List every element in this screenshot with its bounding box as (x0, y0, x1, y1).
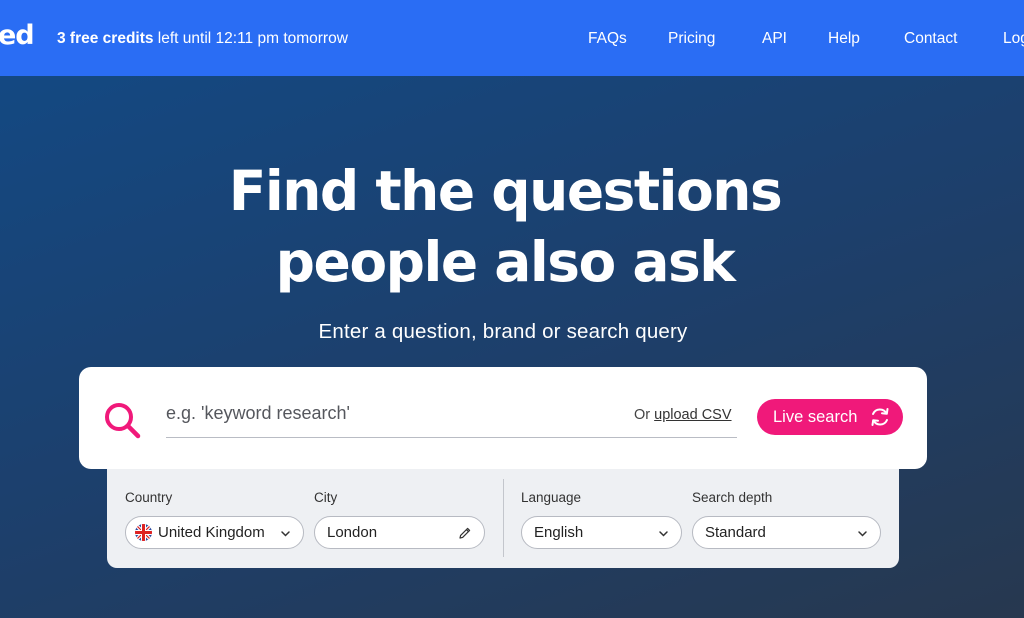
live-search-label: Live search (773, 407, 858, 426)
city-value: London (327, 524, 378, 541)
chevron-down-icon (858, 531, 867, 537)
top-nav-bar: ed 3 free credits left until 12:11 pm to… (0, 0, 1024, 76)
search-depth-value: Standard (705, 524, 766, 541)
hero-title-line-1: Find the questions (228, 159, 783, 223)
upload-csv-link[interactable]: upload CSV (654, 407, 731, 423)
nav-help[interactable]: Help (828, 30, 860, 48)
nav-api[interactable]: API (762, 30, 787, 48)
upload-csv-area: Or upload CSV (634, 407, 732, 423)
upload-or-text: Or (634, 407, 655, 423)
search-options-panel: Country United Kingdom City London Langu… (107, 460, 899, 568)
nav-pricing[interactable]: Pricing (668, 30, 715, 48)
language-select[interactable]: English (521, 516, 682, 549)
hero-subtitle: Enter a question, brand or search query (318, 320, 688, 343)
pencil-icon[interactable] (458, 526, 472, 540)
chevron-down-icon (659, 531, 668, 537)
nav-login[interactable]: Log (1003, 30, 1024, 48)
city-input[interactable]: London (314, 516, 485, 549)
chevron-down-icon (281, 531, 290, 537)
live-search-button[interactable]: Live search (757, 399, 903, 435)
main-nav: FAQs Pricing API Help Contact Log (0, 30, 1024, 50)
nav-faqs[interactable]: FAQs (588, 30, 627, 48)
search-icon (105, 403, 141, 439)
search-depth-select[interactable]: Standard (692, 516, 881, 549)
hero-title: Find the questions people also ask (0, 156, 1010, 298)
country-label: Country (125, 490, 173, 505)
country-value: United Kingdom (158, 524, 265, 541)
city-label: City (314, 490, 338, 505)
language-label: Language (521, 490, 582, 505)
search-depth-label: Search depth (692, 490, 773, 505)
country-select[interactable]: United Kingdom (125, 516, 304, 549)
search-card: Or upload CSV Live search (79, 367, 927, 469)
language-value: English (534, 524, 584, 541)
uk-flag-icon (135, 524, 152, 541)
hero-title-line-2: people also ask (275, 230, 736, 294)
nav-contact[interactable]: Contact (904, 30, 957, 48)
refresh-icon (871, 408, 889, 426)
options-divider (503, 479, 504, 557)
